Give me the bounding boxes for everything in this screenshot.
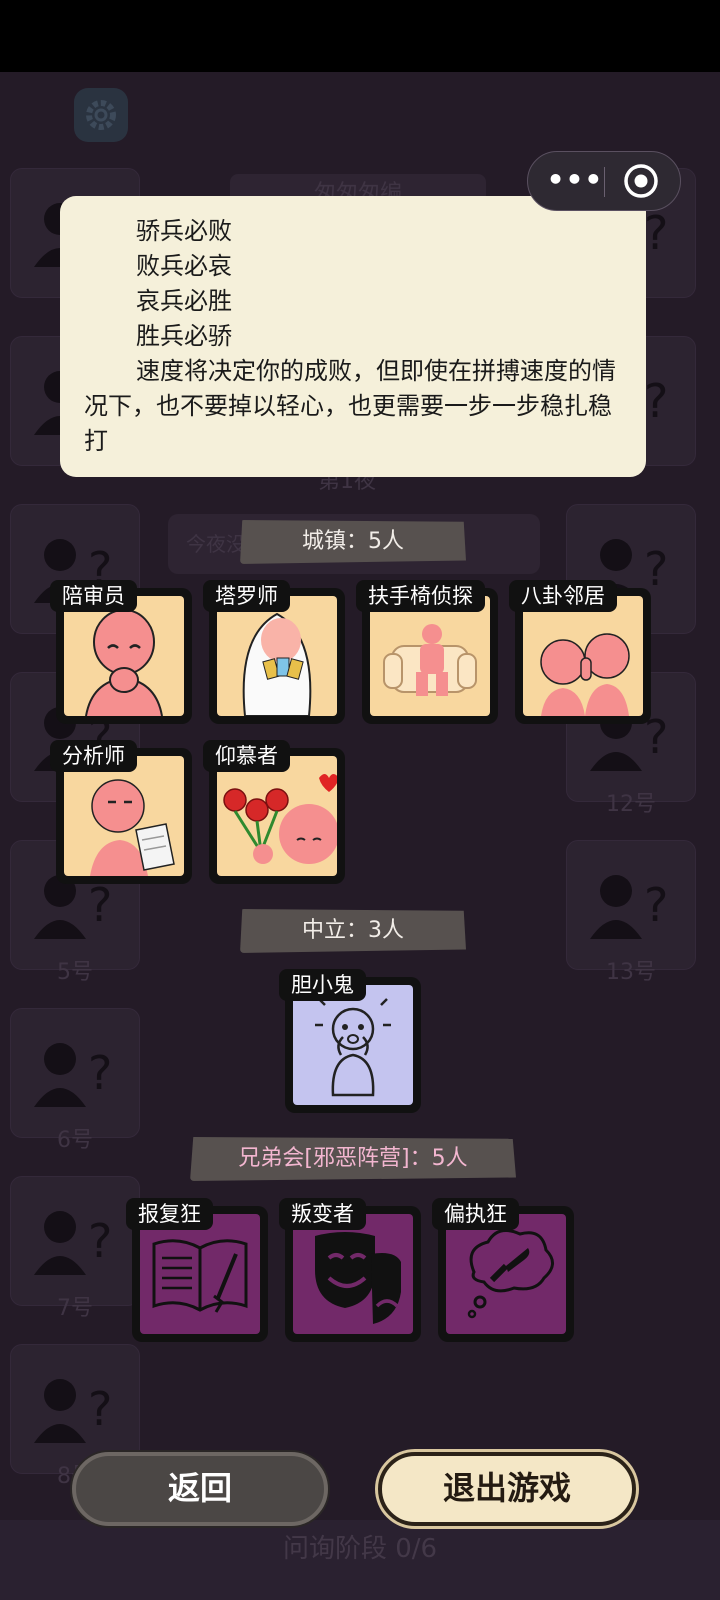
role-card-armchair-detective[interactable]: 扶手椅侦探 <box>356 580 498 724</box>
poem-line: 哀兵必胜 <box>136 287 232 315</box>
phase-label: 问询阶段 0/6 <box>282 1534 438 1564</box>
juror-illustration <box>64 596 184 716</box>
role-card-gossip-neighbor[interactable]: 八卦邻居 <box>509 580 651 724</box>
svg-text:?: ? <box>644 542 668 596</box>
gossip-neighbor-illustration <box>523 596 643 716</box>
notice-card: 骄兵必败 败兵必哀 哀兵必胜 胜兵必骄 速度将决定你的成败，但即使在拼搏速度的情… <box>60 196 646 477</box>
settings-gear-icon[interactable] <box>74 88 128 142</box>
tarot-reader-illustration <box>217 596 337 716</box>
capsule-divider <box>604 167 605 197</box>
close-target-icon[interactable] <box>622 162 660 200</box>
role-name: 仰慕者 <box>203 740 290 772</box>
role-card-tarot-reader[interactable]: 塔罗师 <box>203 580 345 724</box>
role-card-paranoid[interactable]: 偏执狂 <box>432 1198 574 1342</box>
back-button[interactable]: 返回 <box>72 1452 328 1526</box>
slot-number: 5号 <box>57 960 93 985</box>
role-name: 胆小鬼 <box>279 969 366 1001</box>
poem-line: 胜兵必骄 <box>136 322 232 350</box>
notice-paragraph: 速度将决定你的成败，但即使在拼搏速度的情况下，也不要掉以轻心，也更需要一步一步稳… <box>84 357 616 455</box>
svg-text:?: ? <box>88 878 112 932</box>
svg-text:?: ? <box>644 878 668 932</box>
role-name: 报复狂 <box>126 1198 213 1230</box>
turncoat-illustration <box>293 1214 413 1334</box>
poem-line: 败兵必哀 <box>136 252 232 280</box>
role-name: 分析师 <box>50 740 137 772</box>
role-card-juror[interactable]: 陪审员 <box>50 580 192 724</box>
coward-illustration <box>293 985 413 1105</box>
role-name: 偏执狂 <box>432 1198 519 1230</box>
avenger-illustration <box>140 1214 260 1334</box>
section-neutral-header: 中立：3人 <box>240 909 466 953</box>
analyst-illustration <box>64 756 184 876</box>
role-card-admirer[interactable]: 仰慕者 <box>203 740 345 884</box>
armchair-detective-illustration <box>370 596 490 716</box>
player-slot[interactable]: ? <box>566 840 696 970</box>
admirer-illustration <box>217 756 337 876</box>
section-evil-header: 兄弟会[邪恶阵营]：5人 <box>190 1137 516 1181</box>
svg-text:?: ? <box>88 1046 112 1100</box>
role-name: 八卦邻居 <box>509 580 617 612</box>
player-slot[interactable]: ? <box>10 1176 140 1306</box>
section-town-header: 城镇：5人 <box>240 520 466 564</box>
phase-bar: 问询阶段 0/6 <box>0 1520 720 1600</box>
role-name: 叛变者 <box>279 1198 366 1230</box>
role-card-avenger[interactable]: 报复狂 <box>126 1198 268 1342</box>
poem-line: 骄兵必败 <box>136 217 232 245</box>
role-name: 塔罗师 <box>203 580 290 612</box>
svg-text:?: ? <box>644 374 668 428</box>
slot-number: 12号 <box>606 792 656 817</box>
miniprogram-capsule: ••• <box>527 151 681 211</box>
svg-text:?: ? <box>644 206 668 260</box>
role-card-coward[interactable]: 胆小鬼 <box>279 969 421 1113</box>
player-slot[interactable]: ? <box>10 1008 140 1138</box>
slot-number: 6号 <box>57 1128 93 1153</box>
svg-text:?: ? <box>88 1214 112 1268</box>
more-icon[interactable]: ••• <box>546 152 604 210</box>
svg-text:?: ? <box>88 1382 112 1436</box>
paranoid-illustration <box>446 1214 566 1334</box>
role-card-analyst[interactable]: 分析师 <box>50 740 192 884</box>
role-name: 陪审员 <box>50 580 137 612</box>
slot-number: 13号 <box>606 960 656 985</box>
status-bar <box>0 0 720 72</box>
role-card-turncoat[interactable]: 叛变者 <box>279 1198 421 1342</box>
exit-game-button[interactable]: 退出游戏 <box>378 1452 636 1526</box>
role-name: 扶手椅侦探 <box>356 580 485 612</box>
slot-number: 7号 <box>57 1296 93 1321</box>
